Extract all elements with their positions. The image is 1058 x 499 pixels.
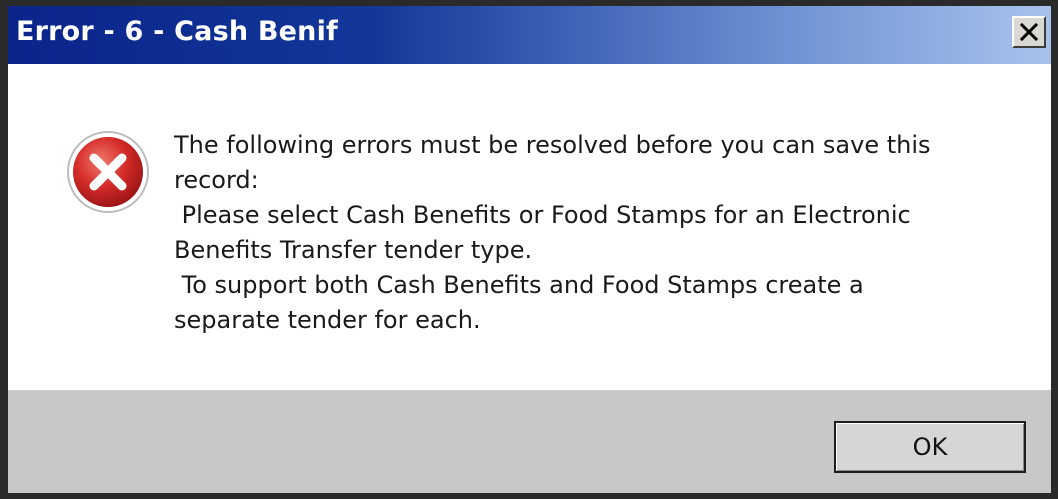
ok-button[interactable]: OK — [834, 421, 1026, 473]
close-icon — [1019, 23, 1039, 41]
dialog-frame: Error - 6 - Cash Benif The following err… — [8, 6, 1051, 493]
close-button[interactable] — [1012, 16, 1046, 48]
error-dialog: Error - 6 - Cash Benif The following err… — [0, 0, 1058, 499]
error-icon — [67, 131, 149, 213]
window-title: Error - 6 - Cash Benif — [16, 16, 338, 47]
message-area: The following errors must be resolved be… — [8, 64, 1051, 390]
title-bar[interactable]: Error - 6 - Cash Benif — [8, 6, 1051, 64]
error-message: The following errors must be resolved be… — [174, 131, 931, 334]
button-bar: OK — [8, 390, 1051, 493]
